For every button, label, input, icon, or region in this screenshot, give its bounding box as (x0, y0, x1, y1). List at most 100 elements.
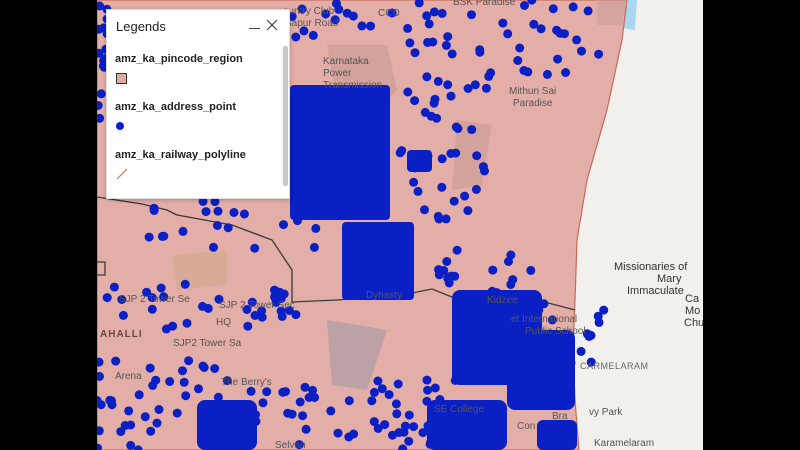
address-point[interactable] (258, 398, 268, 408)
address-point[interactable] (539, 299, 549, 309)
address-point[interactable] (213, 392, 223, 402)
address-point[interactable] (471, 184, 481, 194)
address-point[interactable] (443, 32, 453, 42)
address-point[interactable] (209, 242, 218, 252)
address-point[interactable] (391, 399, 401, 409)
address-point[interactable] (298, 411, 308, 421)
address-point[interactable] (432, 113, 442, 123)
address-point[interactable] (279, 289, 289, 299)
address-point[interactable] (445, 426, 454, 435)
address-point[interactable] (213, 206, 223, 216)
address-point[interactable] (487, 314, 497, 324)
address-point[interactable] (388, 430, 397, 440)
address-point[interactable] (523, 67, 533, 77)
address-point[interactable] (424, 19, 434, 29)
address-point[interactable] (437, 8, 447, 18)
address-point[interactable] (111, 356, 121, 366)
address-point[interactable] (422, 396, 432, 406)
address-point[interactable] (308, 30, 318, 40)
address-point[interactable] (333, 428, 343, 438)
address-point[interactable] (553, 54, 563, 64)
address-point[interactable] (481, 83, 491, 93)
address-point[interactable] (568, 2, 578, 12)
address-point[interactable] (148, 381, 158, 390)
address-point[interactable] (478, 162, 488, 172)
address-point[interactable] (384, 390, 394, 400)
address-point[interactable] (152, 418, 162, 428)
address-point[interactable] (326, 406, 336, 416)
close-icon[interactable] (265, 18, 281, 34)
address-point[interactable] (380, 420, 390, 430)
address-point[interactable] (219, 417, 229, 427)
address-point[interactable] (366, 21, 375, 31)
address-point[interactable] (194, 384, 203, 394)
address-point[interactable] (223, 223, 233, 233)
address-point[interactable] (472, 151, 482, 161)
address-point[interactable] (179, 377, 189, 387)
address-point[interactable] (227, 427, 237, 437)
address-point[interactable] (409, 177, 419, 187)
address-point[interactable] (410, 96, 420, 106)
address-point[interactable] (560, 29, 569, 39)
address-point[interactable] (145, 363, 155, 373)
legend-scrollbar[interactable] (283, 46, 288, 186)
address-point[interactable] (147, 304, 157, 314)
address-point[interactable] (102, 293, 112, 303)
address-point[interactable] (395, 148, 405, 158)
address-point[interactable] (449, 196, 459, 206)
address-point[interactable] (126, 440, 136, 450)
address-point[interactable] (105, 395, 115, 405)
address-point[interactable] (463, 206, 473, 216)
address-point[interactable] (291, 310, 301, 320)
address-point[interactable] (467, 10, 476, 20)
address-point[interactable] (423, 151, 433, 161)
address-point[interactable] (430, 383, 440, 393)
address-point[interactable] (377, 384, 387, 394)
address-point[interactable] (369, 387, 379, 397)
address-point[interactable] (116, 427, 126, 437)
address-point[interactable] (453, 124, 463, 133)
address-point[interactable] (172, 408, 182, 418)
address-point[interactable] (197, 433, 206, 443)
address-point[interactable] (446, 149, 456, 158)
address-point[interactable] (393, 379, 403, 389)
address-point[interactable] (165, 377, 175, 386)
address-point[interactable] (250, 243, 260, 253)
address-point[interactable] (246, 386, 256, 396)
address-point[interactable] (373, 376, 383, 386)
address-point[interactable] (429, 7, 439, 17)
address-point[interactable] (515, 43, 525, 53)
address-point[interactable] (161, 324, 171, 334)
address-point[interactable] (576, 346, 586, 356)
address-point[interactable] (418, 428, 428, 438)
address-point[interactable] (542, 69, 552, 79)
address-point[interactable] (140, 412, 150, 422)
address-point[interactable] (506, 280, 516, 289)
address-point[interactable] (548, 4, 558, 14)
address-point[interactable] (312, 200, 322, 210)
address-point[interactable] (430, 424, 440, 434)
address-point[interactable] (178, 226, 188, 236)
address-point[interactable] (243, 321, 253, 331)
address-point[interactable] (159, 231, 169, 241)
address-point[interactable] (97, 89, 106, 99)
address-point[interactable] (180, 279, 190, 289)
address-point[interactable] (184, 356, 194, 366)
address-point[interactable] (238, 415, 248, 424)
address-point[interactable] (293, 216, 302, 226)
address-point[interactable] (498, 18, 508, 28)
address-point[interactable] (295, 397, 305, 407)
address-point[interactable] (248, 417, 258, 427)
address-point[interactable] (212, 221, 222, 230)
address-point[interactable] (357, 21, 367, 31)
address-point[interactable] (594, 49, 604, 59)
address-point[interactable] (425, 439, 435, 449)
address-point[interactable] (583, 6, 593, 16)
address-point[interactable] (422, 72, 432, 82)
address-point[interactable] (181, 391, 191, 401)
address-point[interactable] (444, 278, 454, 288)
address-point[interactable] (344, 396, 354, 406)
address-point[interactable] (182, 318, 192, 328)
address-point[interactable] (405, 38, 415, 48)
address-point[interactable] (156, 283, 166, 293)
